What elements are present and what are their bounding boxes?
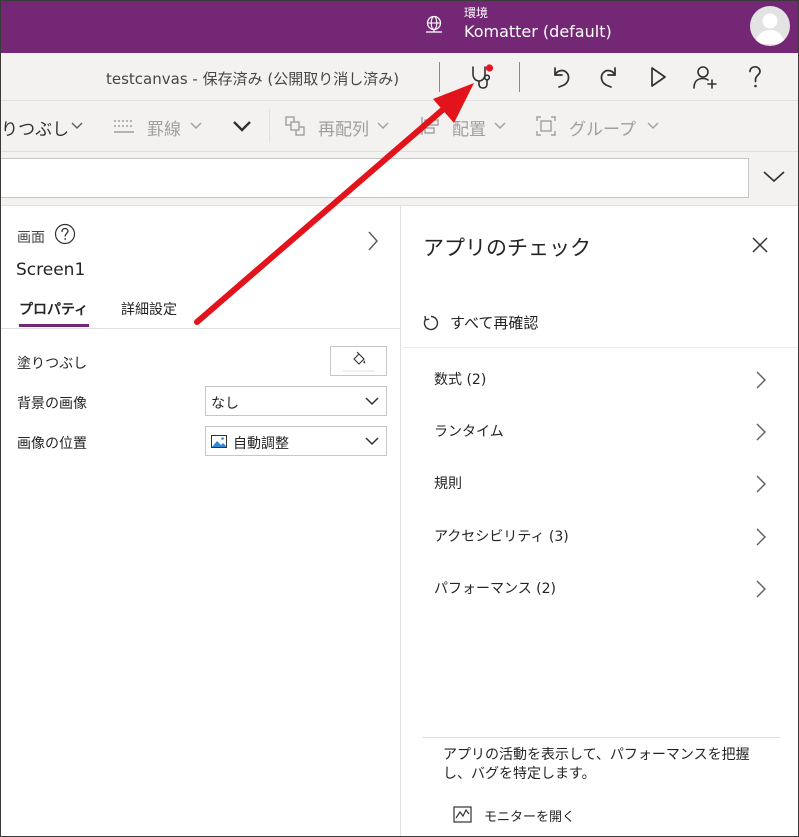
fill-color-swatch bbox=[343, 370, 375, 372]
divider bbox=[422, 737, 780, 738]
image-position-dropdown[interactable]: 自動調整 bbox=[205, 426, 387, 456]
refresh-icon bbox=[423, 315, 439, 331]
divider bbox=[1, 328, 401, 329]
chevron-down-icon[interactable] bbox=[189, 121, 203, 131]
question-circle-icon[interactable] bbox=[54, 223, 76, 245]
category-performance-label: パフォーマンス (2) bbox=[434, 581, 557, 597]
toolbar: りつぶし 罫線 再配列 配置 グループ bbox=[1, 101, 798, 152]
active-tab-indicator bbox=[19, 324, 89, 327]
category-runtime-label: ランタイム bbox=[434, 424, 504, 440]
close-icon[interactable] bbox=[751, 236, 769, 254]
chevron-down-icon[interactable] bbox=[376, 121, 390, 131]
reorder-menu-label: 再配列 bbox=[318, 120, 369, 140]
category-row[interactable]: ランタイム bbox=[402, 406, 798, 458]
globe-icon[interactable] bbox=[423, 14, 445, 36]
background-image-label: 背景の画像 bbox=[17, 396, 87, 412]
app-window: 環境 Komatter (default) testcanvas - 保存済み … bbox=[0, 0, 799, 837]
chevron-down-icon[interactable] bbox=[70, 121, 84, 131]
open-monitor-label: モニターを開く bbox=[484, 810, 576, 825]
redo-icon[interactable] bbox=[595, 63, 623, 91]
app-checker-pane: アプリのチェック すべて再確認 数式 (2) ランタイム 規則 アクセシビリティ… bbox=[402, 206, 798, 836]
chevron-down-icon[interactable] bbox=[761, 169, 787, 185]
document-title: testcanvas - 保存済み (公開取り消し済み) bbox=[106, 70, 400, 88]
control-type-label: 画面 bbox=[17, 230, 45, 246]
align-menu[interactable]: 配置 bbox=[452, 115, 486, 140]
help-icon[interactable] bbox=[741, 63, 769, 91]
chevron-down-icon[interactable] bbox=[231, 119, 253, 133]
formula-input[interactable] bbox=[1, 158, 749, 198]
properties-pane: 画面 Screen1 プロパティ 詳細設定 塗りつぶし 背景の画像 なし 画像の… bbox=[1, 206, 401, 836]
group-menu-label: グループ bbox=[569, 120, 636, 140]
group-icon bbox=[536, 116, 556, 136]
reorder-icon bbox=[285, 116, 305, 136]
background-image-value: なし bbox=[211, 396, 239, 412]
screen-name[interactable]: Screen1 bbox=[16, 260, 85, 280]
chevron-right-icon bbox=[756, 423, 766, 441]
chevron-right-icon bbox=[756, 371, 766, 389]
border-icon bbox=[114, 120, 134, 133]
align-icon bbox=[421, 117, 439, 135]
environment-bar: 環境 Komatter (default) bbox=[1, 1, 798, 53]
fill-property-label: 塗りつぶし bbox=[17, 356, 88, 372]
notification-dot bbox=[485, 64, 494, 72]
environment-name[interactable]: Komatter (default) bbox=[464, 22, 612, 41]
monitor-chart-icon bbox=[453, 806, 472, 823]
reorder-menu[interactable]: 再配列 bbox=[318, 115, 369, 140]
fill-color-picker[interactable] bbox=[330, 346, 387, 376]
image-position-label: 画像の位置 bbox=[17, 436, 87, 452]
divider bbox=[269, 109, 270, 143]
chevron-down-icon bbox=[365, 397, 379, 406]
app-checker-title: アプリのチェック bbox=[423, 236, 591, 260]
category-row[interactable]: アクセシビリティ (3) bbox=[402, 511, 798, 563]
divider bbox=[402, 347, 798, 348]
category-formulas-label: 数式 (2) bbox=[434, 372, 487, 388]
image-icon bbox=[211, 435, 227, 448]
category-row[interactable]: 数式 (2) bbox=[402, 354, 798, 406]
image-position-value: 自動調整 bbox=[233, 436, 289, 452]
paint-bucket-icon bbox=[353, 351, 366, 365]
border-menu-label: 罫線 bbox=[147, 120, 181, 140]
fill-menu[interactable]: りつぶし bbox=[1, 115, 69, 140]
chevron-down-icon[interactable] bbox=[646, 121, 660, 131]
align-menu-label: 配置 bbox=[452, 120, 486, 140]
recheck-all-label: すべて再確認 bbox=[450, 314, 539, 332]
tab-advanced[interactable]: 詳細設定 bbox=[121, 299, 177, 319]
chevron-right-icon bbox=[756, 580, 766, 598]
tab-properties[interactable]: プロパティ bbox=[19, 299, 88, 319]
category-row[interactable]: 規則 bbox=[402, 458, 798, 510]
app-checker-icon[interactable] bbox=[467, 63, 495, 91]
fill-menu-label: りつぶし bbox=[1, 120, 70, 140]
formula-bar bbox=[1, 152, 798, 206]
group-menu[interactable]: グループ bbox=[569, 115, 636, 140]
share-user-icon[interactable] bbox=[691, 63, 719, 91]
undo-icon[interactable] bbox=[547, 63, 575, 91]
category-rules-label: 規則 bbox=[434, 476, 462, 492]
divider bbox=[439, 62, 440, 92]
play-icon[interactable] bbox=[644, 63, 672, 91]
chevron-right-icon[interactable] bbox=[366, 230, 380, 252]
person-icon bbox=[755, 13, 785, 44]
chevron-down-icon bbox=[365, 437, 379, 446]
command-bar: testcanvas - 保存済み (公開取り消し済み) bbox=[1, 53, 798, 101]
divider bbox=[519, 62, 520, 92]
user-avatar[interactable] bbox=[750, 6, 790, 46]
environment-label: 環境 bbox=[464, 6, 489, 20]
monitor-description: アプリの活動を表示して、パフォーマンスを把握し、バグを特定します。 bbox=[443, 747, 750, 782]
category-row[interactable]: パフォーマンス (2) bbox=[402, 563, 798, 615]
chevron-right-icon bbox=[756, 528, 766, 546]
chevron-right-icon bbox=[756, 475, 766, 493]
chevron-down-icon[interactable] bbox=[493, 121, 507, 131]
background-image-dropdown[interactable]: なし bbox=[205, 386, 387, 416]
border-menu[interactable]: 罫線 bbox=[147, 115, 181, 140]
category-accessibility-label: アクセシビリティ (3) bbox=[434, 529, 569, 545]
